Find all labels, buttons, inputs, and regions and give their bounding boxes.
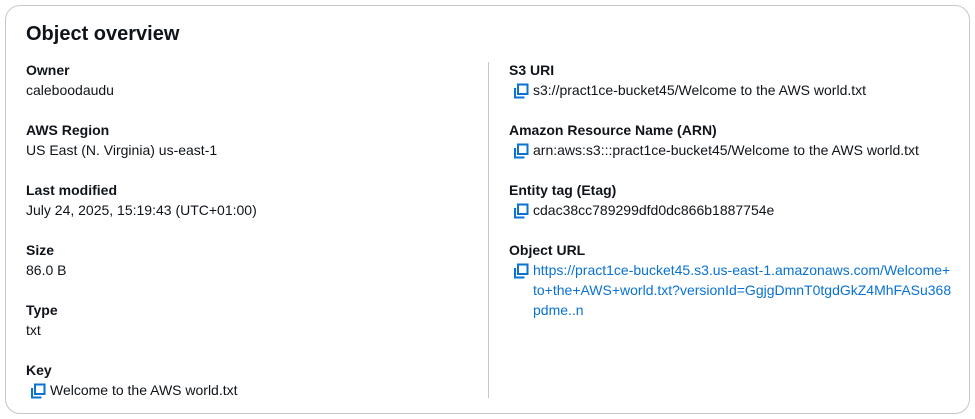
etag-copy-row: cdac38cc789299dfd0dc866b1887754e	[509, 200, 949, 220]
owner-value: caleboodaudu	[26, 82, 114, 98]
s3-uri-label: S3 URI	[509, 62, 555, 78]
object-url-label: Object URL	[509, 242, 586, 258]
owner-field: Owner caleboodaudu	[26, 60, 466, 100]
region-field: AWS Region US East (N. Virginia) us-east…	[26, 120, 466, 160]
object-url-link[interactable]: https://pract1ce-bucket45.s3.us-east-1.a…	[533, 262, 951, 318]
copy-icon[interactable]	[513, 263, 529, 279]
arn-label: Amazon Resource Name (ARN)	[509, 122, 717, 138]
region-label: AWS Region	[26, 122, 110, 138]
type-field: Type txt	[26, 300, 466, 340]
type-label: Type	[26, 302, 58, 318]
copy-icon[interactable]	[513, 143, 529, 159]
copy-icon[interactable]	[513, 203, 529, 219]
last-modified-field: Last modified July 24, 2025, 15:19:43 (U…	[26, 180, 466, 220]
copy-icon[interactable]	[513, 83, 529, 99]
size-value: 86.0 B	[26, 262, 67, 278]
etag-label: Entity tag (Etag)	[509, 182, 617, 198]
arn-copy-row: arn:aws:s3:::pract1ce-bucket45/Welcome t…	[509, 140, 949, 160]
arn-field: Amazon Resource Name (ARN) arn:aws:s3:::…	[509, 120, 949, 160]
etag-field: Entity tag (Etag) cdac38cc789299dfd0dc86…	[509, 180, 949, 220]
owner-label: Owner	[26, 62, 70, 78]
last-modified-label: Last modified	[26, 182, 118, 198]
s3-uri-copy-row: s3://pract1ce-bucket45/Welcome to the AW…	[509, 80, 949, 100]
copy-icon[interactable]	[30, 383, 46, 399]
region-value: US East (N. Virginia) us-east-1	[26, 142, 218, 158]
size-field: Size 86.0 B	[26, 240, 466, 280]
object-overview-panel: Object overview Owner caleboodaudu AWS R…	[5, 5, 970, 414]
key-value: Welcome to the AWS world.txt	[50, 382, 238, 398]
object-url-copy-row: https://pract1ce-bucket45.s3.us-east-1.a…	[509, 260, 953, 320]
object-url-field: Object URL https://pract1ce-bucket45.s3.…	[509, 240, 951, 320]
key-label: Key	[26, 362, 52, 378]
arn-value: arn:aws:s3:::pract1ce-bucket45/Welcome t…	[533, 142, 919, 158]
key-copy-row: Welcome to the AWS world.txt	[26, 380, 466, 400]
key-field: Key Welcome to the AWS world.txt	[26, 360, 466, 400]
type-value: txt	[26, 322, 41, 338]
last-modified-value: July 24, 2025, 15:19:43 (UTC+01:00)	[26, 202, 257, 218]
panel-title: Object overview	[26, 23, 180, 45]
etag-value: cdac38cc789299dfd0dc866b1887754e	[533, 202, 775, 218]
s3-uri-field: S3 URI s3://pract1ce-bucket45/Welcome to…	[509, 60, 949, 100]
s3-uri-value: s3://pract1ce-bucket45/Welcome to the AW…	[533, 82, 867, 98]
size-label: Size	[26, 242, 55, 258]
column-divider	[488, 62, 489, 398]
